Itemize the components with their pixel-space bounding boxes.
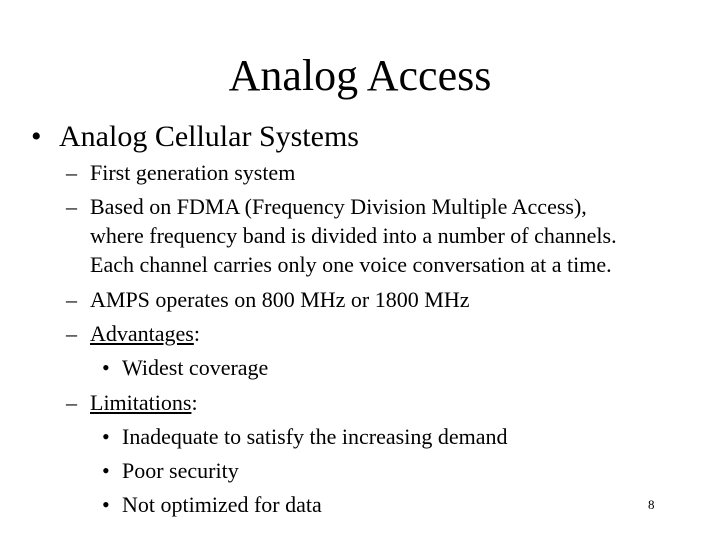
page-number: 8 [648,497,655,512]
item-fdma-line-2: where frequency band is divided into a n… [90,223,617,248]
dash-icon: – [66,194,77,219]
limitation-not-optimized: Not optimized for data [122,492,322,517]
advantages-label: Advantages [90,321,194,346]
limitation-poor-security: Poor security [122,458,239,483]
bullet-icon: • [102,355,110,380]
dash-icon: – [66,287,77,312]
dash-icon: – [66,160,77,185]
advantage-widest-coverage: Widest coverage [122,355,269,380]
limitations-label: Limitations [90,390,192,415]
limitation-inadequate: Inadequate to satisfy the increasing dem… [122,424,508,449]
item-first-generation: First generation system [90,160,296,185]
item-advantages: Advantages: [90,320,200,348]
limitations-colon: : [191,390,198,415]
bullet-analog-cellular-systems: Analog Cellular Systems [59,120,359,153]
item-fdma-line-1: Based on FDMA (Frequency Division Multip… [90,194,587,219]
item-fdma-line-3: Each channel carries only one voice conv… [90,252,612,277]
item-amps: AMPS operates on 800 MHz or 1800 MHz [90,287,470,312]
slide-title: Analog Access [228,51,492,100]
bullet-icon: • [102,458,110,483]
bullet-icon: • [102,424,110,449]
dash-icon: – [66,321,77,346]
advantages-colon: : [193,321,200,346]
bullet-icon: • [31,120,42,153]
dash-icon: – [66,390,77,415]
item-limitations: Limitations: [90,389,198,417]
bullet-icon: • [102,492,110,517]
